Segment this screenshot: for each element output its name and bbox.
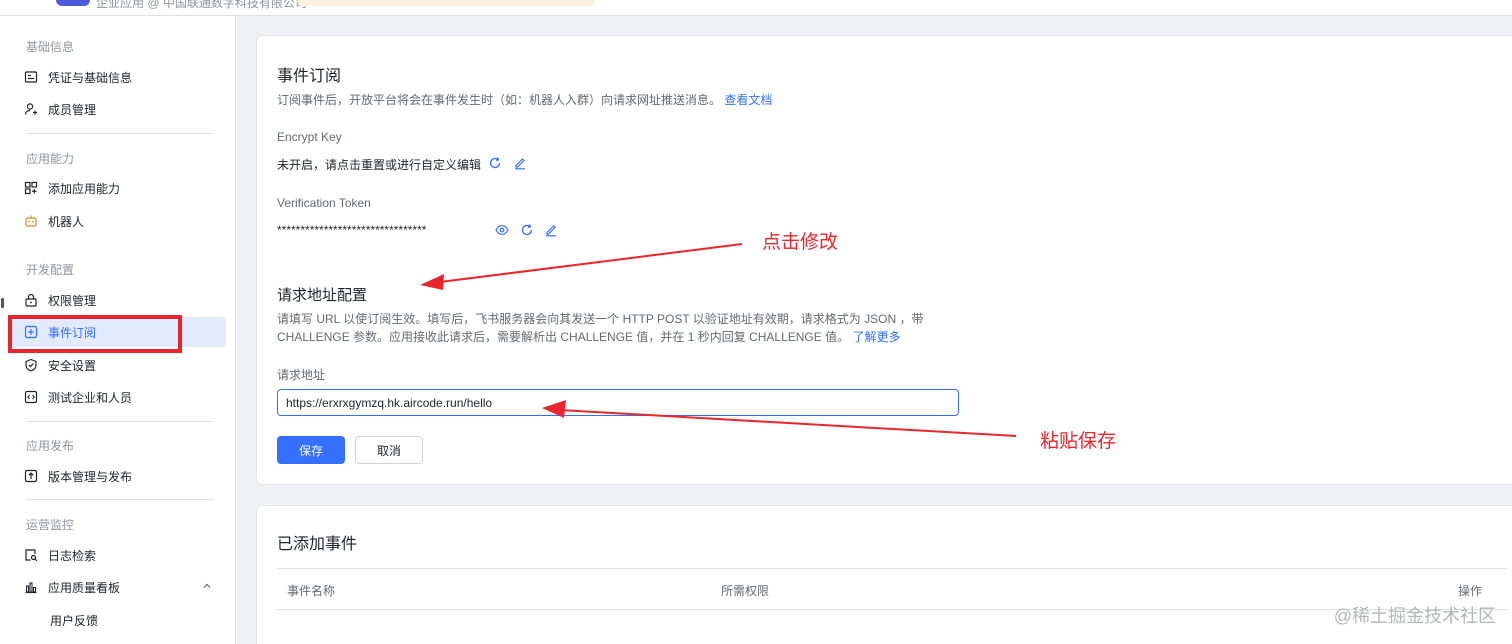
reset-icon[interactable]: [519, 222, 535, 238]
sidebar-item-members[interactable]: 成员管理: [10, 94, 226, 124]
sidebar-item-label: 凭证与基础信息: [48, 70, 133, 85]
request-config-desc-text: CHALLENGE 参数。应用接收此请求后，需要解析出 CHALLENGE 值，…: [277, 330, 850, 344]
sidebar-item-label: 应用质量看板: [48, 580, 121, 595]
sidebar-item-log-search[interactable]: 日志检索: [10, 540, 226, 570]
group-title-release: 应用发布: [26, 439, 75, 453]
sidebar-item-bot[interactable]: 机器人: [10, 206, 226, 236]
shield-icon: [24, 358, 38, 372]
page-title: 事件订阅: [277, 68, 342, 85]
group-title-basic: 基础信息: [26, 40, 75, 54]
sidebar-item-label: 成员管理: [48, 102, 97, 117]
encrypt-key-label: Encrypt Key: [277, 130, 342, 144]
log-search-icon: [24, 548, 38, 562]
group-title-monitor: 运营监控: [26, 518, 75, 532]
learn-more-link[interactable]: 了解更多: [852, 330, 900, 344]
member-icon: [24, 102, 38, 116]
sidebar-item-label: 机器人: [48, 214, 85, 229]
column-header: 操作: [1458, 584, 1483, 598]
top-bar: 企业应用 @ 中国联通数字科技有限公司: [0, 0, 1512, 16]
credential-icon: [24, 70, 38, 84]
sidebar-item-label: 权限管理: [48, 293, 97, 308]
sidebar-item-label: 版本管理与发布: [48, 469, 133, 484]
sidebar-item-label: 日志检索: [48, 548, 97, 563]
annotation-click-edit: 点击修改: [762, 231, 839, 253]
sidebar-item-credentials[interactable]: 凭证与基础信息: [10, 62, 226, 92]
column-header: 所需权限: [721, 584, 770, 598]
request-url-label: 请求地址: [277, 368, 326, 382]
divider: [26, 133, 214, 134]
chevron-up-icon[interactable]: [202, 580, 212, 594]
sidebar-item-label: 用户反馈: [50, 613, 99, 628]
edit-icon[interactable]: [512, 155, 528, 171]
added-events-card: 已添加事件 事件名称 所需权限 操作: [256, 505, 1512, 644]
column-header: 事件名称: [287, 584, 336, 598]
description-text: 订阅事件后，开放平台将会在事件发生时（如：机器人入群）向请求网址推送消息。: [277, 93, 722, 107]
bot-icon: [24, 214, 38, 228]
request-config-title: 请求地址配置: [277, 287, 368, 304]
encrypt-key-value: 未开启，请点击重置或进行自定义编辑: [277, 158, 482, 172]
sidebar-item-label: 测试企业和人员: [48, 390, 133, 405]
sidebar-item-security[interactable]: 安全设置: [10, 350, 226, 380]
lock-icon: [24, 293, 38, 307]
sidebar-item-test-tenant[interactable]: 测试企业和人员: [10, 382, 226, 412]
sidebar-item-label: 安全设置: [48, 358, 97, 373]
eye-icon[interactable]: [494, 222, 510, 238]
divider: [26, 421, 214, 422]
sidebar-collapse-handle[interactable]: [1, 298, 4, 308]
watermark: @稀土掘金技术社区: [1333, 606, 1496, 626]
apps-grid-icon: [24, 181, 38, 195]
app-logo: [56, 0, 90, 6]
save-button[interactable]: 保存: [277, 436, 345, 464]
sidebar-item-user-feedback[interactable]: 用户反馈: [10, 605, 226, 635]
notice-banner: [298, 0, 594, 6]
sidebar-item-permissions[interactable]: 权限管理: [10, 285, 226, 315]
reset-icon[interactable]: [487, 155, 503, 171]
sidebar-item-label: 添加应用能力: [48, 181, 121, 196]
divider: [26, 499, 214, 500]
sidebar-item-versions[interactable]: 版本管理与发布: [10, 461, 226, 491]
cancel-button[interactable]: 取消: [355, 436, 423, 464]
events-table-header: 事件名称 所需权限 操作: [277, 568, 1507, 610]
request-url-input[interactable]: [277, 389, 959, 416]
event-subscription-card: 事件订阅 订阅事件后，开放平台将会在事件发生时（如：机器人入群）向请求网址推送消…: [256, 35, 1512, 485]
group-title-capability: 应用能力: [26, 152, 75, 166]
sidebar-item-quality-board[interactable]: 应用质量看板: [10, 572, 226, 602]
verification-token-value: ********************************: [277, 223, 427, 237]
verification-token-label: Verification Token: [277, 196, 371, 210]
added-events-title: 已添加事件: [277, 536, 358, 553]
doc-link[interactable]: 查看文档: [724, 93, 772, 107]
bar-chart-icon: [24, 580, 38, 594]
request-config-desc-line2: CHALLENGE 参数。应用接收此请求后，需要解析出 CHALLENGE 值，…: [277, 328, 900, 345]
highlight-box-annotation: [8, 315, 182, 353]
app-subtitle: 企业应用 @ 中国联通数字科技有限公司: [96, 0, 307, 10]
edit-icon[interactable]: [543, 222, 559, 238]
request-config-desc-line1: 请填写 URL 以使订阅生效。填写后，飞书服务器会向其发送一个 HTTP POS…: [277, 312, 924, 326]
page-description: 订阅事件后，开放平台将会在事件发生时（如：机器人入群）向请求网址推送消息。 查看…: [277, 91, 772, 108]
sidebar-item-add-capability[interactable]: 添加应用能力: [10, 173, 226, 203]
annotation-paste-save: 粘贴保存: [1040, 430, 1117, 452]
upload-icon: [24, 469, 38, 483]
code-icon: [24, 390, 38, 404]
group-title-dev: 开发配置: [26, 263, 75, 277]
